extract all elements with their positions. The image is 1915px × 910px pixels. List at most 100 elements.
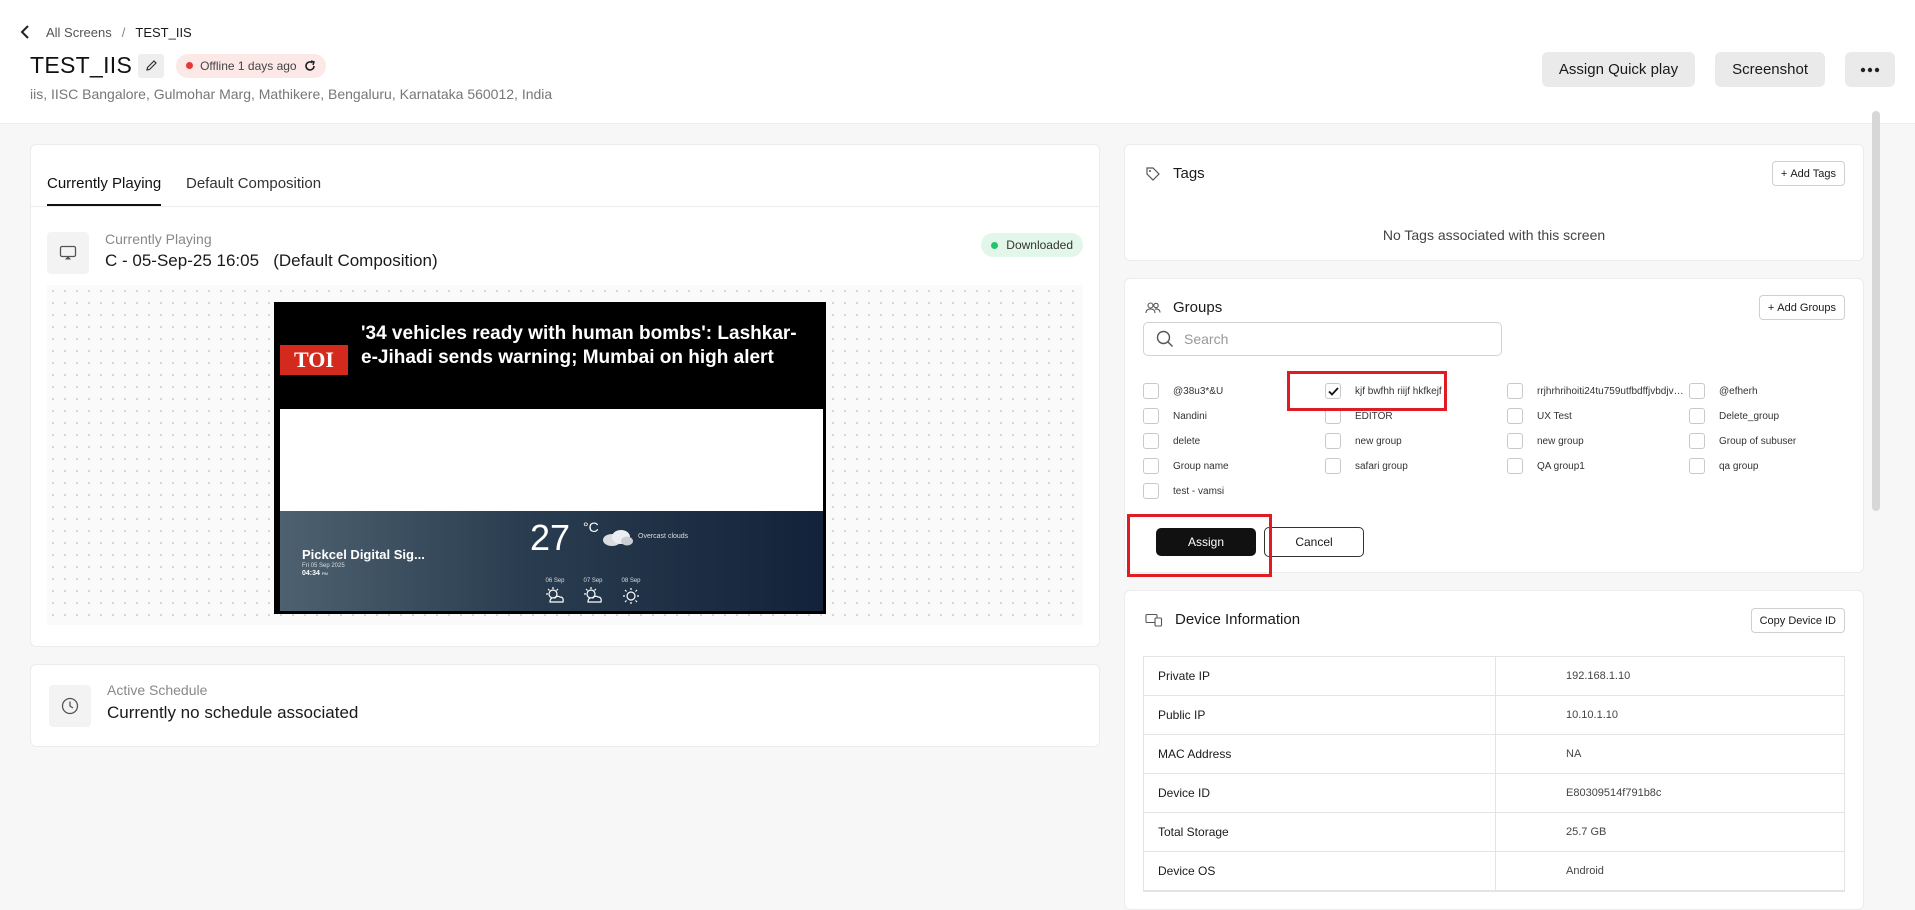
page-scrollbar[interactable] (1872, 111, 1880, 511)
group-option[interactable]: qa group (1689, 458, 1871, 474)
widget-time: 04:34 PM (302, 570, 328, 577)
header-actions: Assign Quick play Screenshot (1541, 52, 1895, 87)
downloaded-dot-icon (991, 241, 999, 249)
checkbox[interactable] (1325, 408, 1341, 424)
widget-title: Pickcel Digital Sig... (302, 547, 425, 562)
checkbox[interactable] (1325, 433, 1341, 449)
checkbox[interactable] (1507, 408, 1523, 424)
table-row: Total Storage 25.7 GB (1144, 813, 1844, 852)
status-text: Offline 1 days ago (200, 58, 297, 73)
downloaded-badge: Downloaded (981, 233, 1083, 257)
table-row: Public IP 10.10.1.10 (1144, 696, 1844, 735)
group-search-input[interactable] (1184, 331, 1484, 347)
table-row: Private IP 192.168.1.10 (1144, 657, 1844, 696)
group-option[interactable]: kjf bwfhh riijf hkfkejf (1325, 383, 1507, 399)
pencil-icon (145, 60, 157, 71)
tags-header: Tags (1145, 165, 1205, 182)
currently-playing-label: Currently Playing (105, 231, 212, 247)
plus-icon: + (1780, 167, 1788, 180)
widget-date: Fri 05 Sep 2025 (302, 563, 345, 569)
checkbox[interactable] (1507, 458, 1523, 474)
group-option[interactable]: new group (1325, 433, 1507, 449)
group-option[interactable]: Group name (1143, 458, 1325, 474)
cloud-icon (603, 530, 633, 546)
checkbox[interactable] (1507, 383, 1523, 399)
copy-device-id-button[interactable]: Copy Device ID (1750, 608, 1845, 633)
assign-quick-play-button[interactable]: Assign Quick play (1541, 52, 1696, 87)
weather-condition: Overcast clouds (638, 533, 689, 540)
checkbox[interactable] (1143, 408, 1159, 424)
group-option[interactable]: @efherh (1689, 383, 1871, 399)
checkbox[interactable] (1143, 433, 1159, 449)
news-ticker: TOI '34 vehicles ready with human bombs'… (277, 305, 823, 409)
forecast-row: 06 Sep 07 Sep 08 Sep (544, 578, 642, 604)
checkmark-icon (1327, 386, 1339, 396)
active-schedule-value: Currently no schedule associated (107, 703, 359, 722)
group-option[interactable]: EDITOR (1325, 408, 1507, 424)
group-option[interactable]: rrjhrhrihoiti24tu759utfbdffjvbdjvbdjvbdj… (1507, 383, 1689, 399)
assign-button[interactable]: Assign (1156, 528, 1256, 556)
group-option[interactable]: safari group (1325, 458, 1507, 474)
add-groups-button[interactable]: + Add Groups (1758, 295, 1845, 320)
users-icon (1145, 301, 1161, 313)
cast-icon (47, 232, 89, 274)
preview-blank-zone (280, 409, 823, 511)
device-information-card: Device Information Copy Device ID Privat… (1124, 590, 1864, 910)
checkbox[interactable] (1689, 433, 1705, 449)
group-option[interactable]: Delete_group (1689, 408, 1871, 424)
group-option[interactable]: test - vamsi (1143, 483, 1325, 499)
group-option[interactable]: Nandini (1143, 408, 1325, 424)
group-option[interactable]: delete (1143, 433, 1325, 449)
sun-icon (623, 588, 639, 604)
refresh-icon[interactable] (304, 59, 316, 72)
table-row: Device ID E80309514f791b8c (1144, 774, 1844, 813)
tags-title: Tags (1173, 165, 1205, 182)
checkbox[interactable] (1689, 408, 1705, 424)
back-arrow-icon[interactable] (16, 22, 36, 42)
table-row: Device OS Android (1144, 852, 1844, 891)
news-headline: '34 vehicles ready with human bombs': La… (361, 323, 797, 368)
group-option[interactable]: UX Test (1507, 408, 1689, 424)
status-badge: Offline 1 days ago (176, 53, 326, 78)
checkbox[interactable] (1325, 458, 1341, 474)
group-option[interactable]: new group (1507, 433, 1689, 449)
group-search-box (1143, 322, 1502, 356)
currently-playing-card: Currently Playing Default Composition Cu… (30, 144, 1100, 647)
offline-dot-icon (186, 62, 194, 69)
active-schedule-card: Active Schedule Currently no schedule as… (30, 664, 1100, 747)
partly-cloudy-icon (546, 587, 564, 603)
tab-bar: Currently Playing Default Composition (31, 145, 1099, 207)
content-preview: TOI '34 vehicles ready with human bombs'… (274, 302, 826, 614)
checkbox[interactable] (1143, 483, 1159, 499)
add-tags-button[interactable]: + Add Tags (1771, 161, 1845, 186)
tab-default-composition[interactable]: Default Composition (186, 175, 321, 204)
tags-card: Tags + Add Tags No Tags associated with t… (1124, 144, 1864, 261)
toi-logo: TOI (280, 345, 348, 375)
groups-title: Groups (1173, 299, 1223, 316)
checkbox[interactable] (1143, 458, 1159, 474)
forecast-day: 06 Sep (544, 578, 566, 604)
tab-currently-playing[interactable]: Currently Playing (47, 175, 162, 206)
page-title: TEST_IIS (30, 52, 133, 78)
edit-title-button[interactable] (138, 53, 165, 78)
cancel-button[interactable]: Cancel (1264, 527, 1364, 557)
groups-card: Groups +Add Groups @38u3*&U kjf bwfhh ri… (1124, 278, 1864, 577)
downloaded-text: Downloaded (1006, 238, 1073, 252)
group-option[interactable]: @38u3*&U (1143, 383, 1325, 399)
group-option[interactable]: QA group1 (1507, 458, 1689, 474)
devices-icon (1145, 613, 1163, 627)
more-options-button[interactable] (1845, 52, 1895, 87)
plus-icon: + (1767, 301, 1775, 314)
checkbox[interactable] (1689, 458, 1705, 474)
checkbox[interactable] (1143, 383, 1159, 399)
screenshot-button[interactable]: Screenshot (1715, 52, 1825, 87)
temperature: 27 (530, 517, 571, 558)
group-option[interactable]: Group of subuser (1689, 433, 1871, 449)
checkbox[interactable] (1507, 433, 1523, 449)
breadcrumb-all-screens[interactable]: All Screens (46, 25, 112, 40)
active-schedule-label: Active Schedule (107, 682, 208, 698)
checkbox[interactable] (1689, 383, 1705, 399)
checkbox-checked[interactable] (1325, 383, 1341, 399)
currently-playing-value: C - 05-Sep-25 16:05 (Default Composition… (105, 251, 438, 270)
page-header: All Screens / TEST_IIS TEST_IIS Offline … (0, 0, 1915, 124)
